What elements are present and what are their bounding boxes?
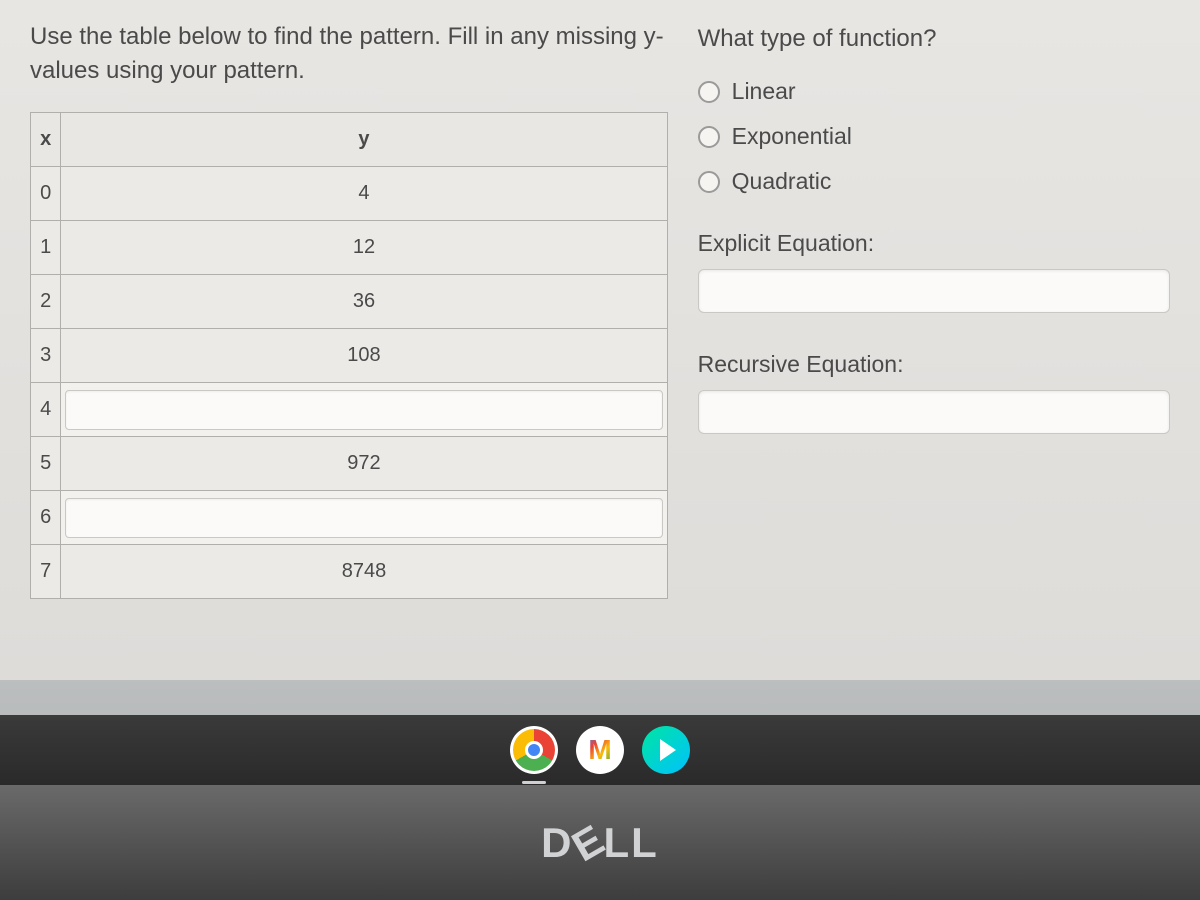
cell-x: 7 (31, 545, 61, 599)
table-row: 2 36 (31, 275, 668, 329)
cell-x: 1 (31, 221, 61, 275)
gmail-m-icon: M (588, 734, 611, 766)
active-indicator-icon (522, 781, 546, 784)
question-title: What type of function? (698, 25, 1170, 53)
worksheet-content: Use the table below to find the pattern.… (0, 0, 1200, 680)
cell-y: 108 (61, 329, 667, 383)
right-column: What type of function? Linear Exponentia… (698, 20, 1170, 650)
table-row: 7 8748 (31, 545, 668, 599)
dell-logo: DELL (541, 819, 659, 867)
table-row: 3 108 (31, 329, 668, 383)
radio-label: Exponential (732, 123, 852, 150)
cell-x: 5 (31, 437, 61, 491)
header-y: y (61, 113, 667, 167)
y-input-row6[interactable] (65, 498, 662, 538)
radio-circle-icon (698, 171, 720, 193)
recursive-equation-label: Recursive Equation: (698, 351, 1170, 378)
radio-circle-icon (698, 81, 720, 103)
explicit-equation-input[interactable] (698, 269, 1170, 313)
cell-x: 0 (31, 167, 61, 221)
cell-y-input-wrap (61, 491, 667, 545)
table-row: 0 4 (31, 167, 668, 221)
play-store-icon[interactable] (642, 726, 690, 774)
radio-option-linear[interactable]: Linear (698, 78, 1170, 105)
table-row: 5 972 (31, 437, 668, 491)
laptop-bezel: DELL (0, 785, 1200, 900)
table-row: 4 (31, 383, 668, 437)
table-header-row: x y (31, 113, 668, 167)
play-triangle-icon (660, 739, 676, 761)
cell-y: 972 (61, 437, 667, 491)
cell-x: 6 (31, 491, 61, 545)
xy-table: x y 0 4 1 12 2 36 3 108 (30, 112, 668, 599)
table-row: 6 (31, 491, 668, 545)
chrome-icon[interactable] (510, 726, 558, 774)
cell-x: 4 (31, 383, 61, 437)
radio-option-exponential[interactable]: Exponential (698, 123, 1170, 150)
instructions-text: Use the table below to find the pattern.… (30, 20, 668, 87)
gmail-icon[interactable]: M (576, 726, 624, 774)
chrome-ring-icon (513, 729, 555, 771)
cell-y-input-wrap (61, 383, 667, 437)
cell-y: 4 (61, 167, 667, 221)
taskbar: M (0, 715, 1200, 785)
cell-x: 3 (31, 329, 61, 383)
table-row: 1 12 (31, 221, 668, 275)
radio-option-quadratic[interactable]: Quadratic (698, 168, 1170, 195)
recursive-equation-input[interactable] (698, 390, 1170, 434)
radio-label: Quadratic (732, 168, 832, 195)
cell-x: 2 (31, 275, 61, 329)
cell-y: 8748 (61, 545, 667, 599)
left-column: Use the table below to find the pattern.… (30, 20, 668, 650)
y-input-row4[interactable] (65, 390, 662, 430)
header-x: x (31, 113, 61, 167)
cell-y: 12 (61, 221, 667, 275)
radio-circle-icon (698, 126, 720, 148)
cell-y: 36 (61, 275, 667, 329)
explicit-equation-label: Explicit Equation: (698, 230, 1170, 257)
chrome-center-icon (525, 741, 543, 759)
function-type-radio-group: Linear Exponential Quadratic (698, 78, 1170, 195)
radio-label: Linear (732, 78, 796, 105)
